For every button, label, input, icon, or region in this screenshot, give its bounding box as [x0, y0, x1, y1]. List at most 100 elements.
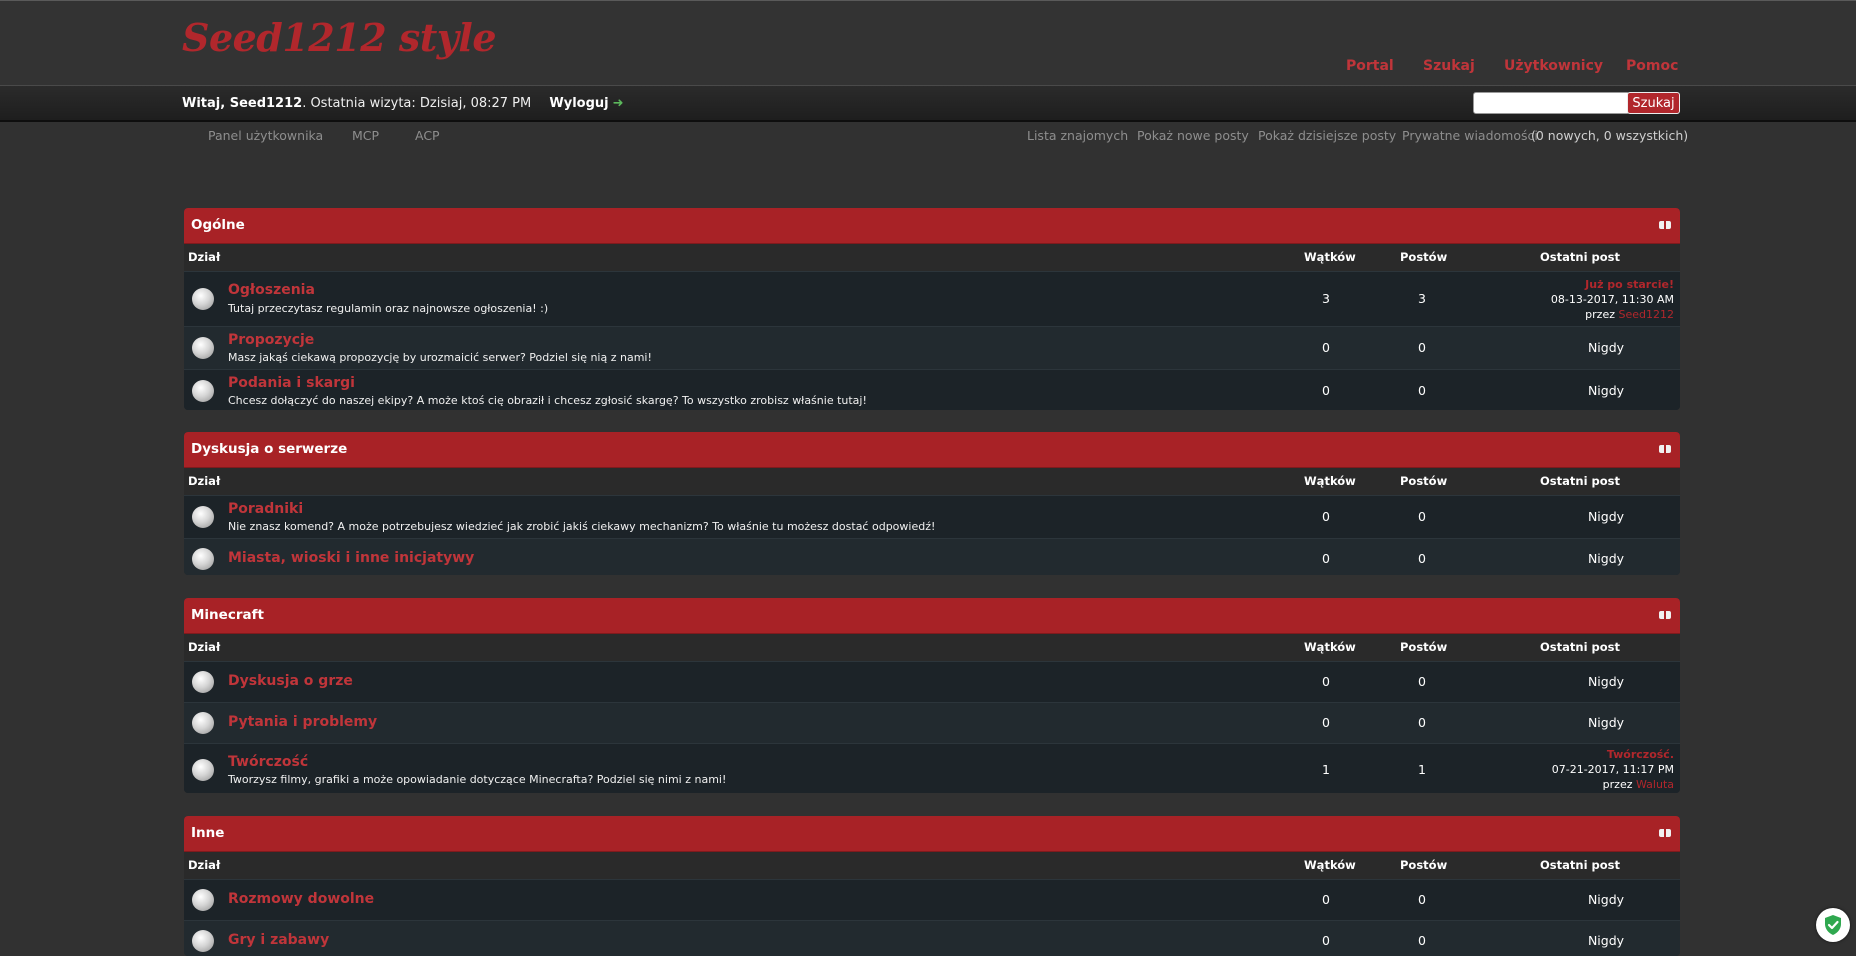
- user-links: Panel użytkownika MCP ACP Lista znajomyc…: [0, 128, 1856, 146]
- category-title[interactable]: Minecraft: [191, 607, 264, 623]
- last-post-never: Nigdy: [1587, 674, 1625, 689]
- security-shield-icon[interactable]: [1816, 908, 1850, 942]
- forum-threads: 0: [1322, 715, 1330, 730]
- category-title[interactable]: Dyskusja o serwerze: [191, 441, 347, 457]
- forum-posts: 0: [1418, 551, 1426, 566]
- pm-count: (0 nowych, 0 wszystkich): [1531, 128, 1689, 143]
- forum-status-icon: [192, 930, 214, 952]
- link-private-messages[interactable]: Prywatne wiadomości: [1402, 128, 1538, 143]
- forum-desc: Tworzysz filmy, grafiki a może opowiadan…: [228, 773, 727, 786]
- link-new-posts[interactable]: Pokaż nowe posty: [1137, 128, 1249, 143]
- last-visit: . Ostatnia wizyta: Dzisiaj, 08:27 PM: [302, 96, 532, 111]
- table-header: Dział Wątków Postów Ostatni post: [184, 468, 1680, 495]
- welcome-bar: Witaj, Seed1212. Ostatnia wizyta: Dzisia…: [0, 85, 1856, 122]
- forum-name[interactable]: Poradniki: [228, 501, 303, 517]
- forum-row: Propozycje Masz jakąś ciekawą propozycję…: [184, 326, 1680, 369]
- col-forum: Dział: [188, 858, 221, 872]
- forum-status-icon: [192, 506, 214, 528]
- category-header: Inne: [184, 816, 1680, 852]
- forum-status-icon: [192, 712, 214, 734]
- forum-name[interactable]: Propozycje: [228, 332, 314, 348]
- col-forum: Dział: [188, 250, 221, 264]
- last-post-never: Nigdy: [1587, 383, 1625, 398]
- forum-row: Miasta, wioski i inne inicjatywy 0 0 Nig…: [184, 538, 1680, 575]
- nav-help[interactable]: Pomoc: [1626, 58, 1678, 74]
- link-mcp[interactable]: MCP: [352, 128, 379, 143]
- forum-desc: Nie znasz komend? A może potrzebujesz wi…: [228, 520, 936, 533]
- forum-posts: 0: [1418, 340, 1426, 355]
- forum-posts: 0: [1418, 509, 1426, 524]
- forum-name[interactable]: Rozmowy dowolne: [228, 891, 374, 907]
- collapse-icon[interactable]: [1659, 445, 1671, 453]
- forum-row: Poradniki Nie znasz komend? A może potrz…: [184, 495, 1680, 538]
- table-header: Dział Wątków Postów Ostatni post: [184, 852, 1680, 879]
- collapse-icon[interactable]: [1659, 221, 1671, 229]
- table-header: Dział Wątków Postów Ostatni post: [184, 634, 1680, 661]
- category-header: Minecraft: [184, 598, 1680, 634]
- collapse-icon[interactable]: [1659, 611, 1671, 619]
- last-post-never: Nigdy: [1587, 509, 1625, 524]
- forum-posts: 0: [1418, 674, 1426, 689]
- nav-portal[interactable]: Portal: [1346, 58, 1394, 74]
- nav-search[interactable]: Szukaj: [1423, 58, 1475, 74]
- forum-row: Twórczość Tworzysz filmy, grafiki a może…: [184, 743, 1680, 793]
- col-last-post: Ostatni post: [1540, 858, 1620, 872]
- last-post-user[interactable]: Seed1212: [1619, 308, 1675, 321]
- forum-status-icon: [192, 337, 214, 359]
- top-nav: Portal Szukaj Użytkownicy Pomoc: [0, 58, 1856, 78]
- forum-name[interactable]: Dyskusja o grze: [228, 673, 353, 689]
- forum-posts: 0: [1418, 933, 1426, 948]
- last-post-user[interactable]: Waluta: [1636, 778, 1674, 791]
- last-post-title[interactable]: Już po starcie!: [1551, 277, 1674, 292]
- category-inne: Inne Dział Wątków Postów Ostatni post Ro…: [184, 816, 1680, 956]
- forum-status-icon: [192, 759, 214, 781]
- forum-name[interactable]: Pytania i problemy: [228, 714, 377, 730]
- forum-row: Pytania i problemy 0 0 Nigdy: [184, 702, 1680, 743]
- link-todays-posts[interactable]: Pokaż dzisiejsze posty: [1258, 128, 1396, 143]
- category-title[interactable]: Ogólne: [191, 217, 245, 233]
- forum-desc: Masz jakąś ciekawą propozycję by urozmai…: [228, 351, 652, 364]
- forum-name[interactable]: Gry i zabawy: [228, 932, 329, 948]
- forum-threads: 0: [1322, 340, 1330, 355]
- table-header: Dział Wątków Postów Ostatni post: [184, 244, 1680, 271]
- category-minecraft: Minecraft Dział Wątków Postów Ostatni po…: [184, 598, 1680, 793]
- forum-status-icon: [192, 288, 214, 310]
- last-post-never: Nigdy: [1587, 933, 1625, 948]
- forum-threads: 3: [1322, 291, 1330, 306]
- welcome-greeting: Witaj, Seed1212: [182, 96, 303, 111]
- forum-threads: 0: [1322, 892, 1330, 907]
- search-input[interactable]: [1473, 92, 1630, 114]
- col-last-post: Ostatni post: [1540, 250, 1620, 264]
- forum-status-icon: [192, 671, 214, 693]
- col-threads: Wątków: [1304, 474, 1356, 488]
- last-post-by: przez: [1602, 778, 1633, 791]
- link-acp[interactable]: ACP: [415, 128, 440, 143]
- forum-threads: 0: [1322, 933, 1330, 948]
- forum-name[interactable]: Twórczość: [228, 754, 308, 770]
- last-post-never: Nigdy: [1587, 715, 1625, 730]
- category-header: Ogólne: [184, 208, 1680, 244]
- forum-row: Rozmowy dowolne 0 0 Nigdy: [184, 879, 1680, 920]
- forum-desc: Chcesz dołączyć do naszej ekipy? A może …: [228, 394, 867, 407]
- collapse-icon[interactable]: [1659, 829, 1671, 837]
- forum-name[interactable]: Miasta, wioski i inne inicjatywy: [228, 550, 474, 566]
- logout-link[interactable]: Wyloguj ➜: [549, 96, 623, 111]
- forum-name[interactable]: Podania i skargi: [228, 375, 355, 391]
- welcome-text: Witaj, Seed1212. Ostatnia wizyta: Dzisia…: [182, 96, 624, 111]
- arrow-right-icon: ➜: [612, 96, 624, 111]
- col-posts: Postów: [1400, 474, 1448, 488]
- site-logo[interactable]: Seed1212 style: [182, 15, 497, 60]
- last-post-by: przez: [1585, 308, 1615, 321]
- forum-name[interactable]: Ogłoszenia: [228, 282, 315, 298]
- last-post-title[interactable]: Twórczość.: [1552, 747, 1674, 762]
- col-last-post: Ostatni post: [1540, 640, 1620, 654]
- nav-members[interactable]: Użytkownicy: [1504, 58, 1603, 74]
- forum-posts: 0: [1418, 715, 1426, 730]
- category-title[interactable]: Inne: [191, 825, 224, 841]
- last-post-never: Nigdy: [1587, 551, 1625, 566]
- forum-row: Dyskusja o grze 0 0 Nigdy: [184, 661, 1680, 702]
- forum-threads: 0: [1322, 551, 1330, 566]
- search-button[interactable]: Szukaj: [1627, 92, 1680, 114]
- link-user-cp[interactable]: Panel użytkownika: [208, 128, 323, 143]
- link-buddy-list[interactable]: Lista znajomych: [1027, 128, 1128, 143]
